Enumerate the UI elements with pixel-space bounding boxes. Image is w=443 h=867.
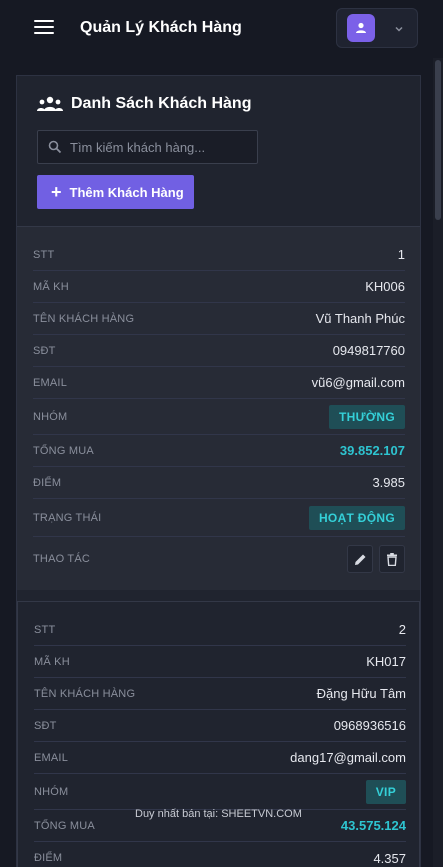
status-badge: HOẠT ĐỘNG: [308, 505, 405, 530]
field-label: SĐT: [33, 344, 56, 357]
table-row: TRẠNG THÁI HOẠT ĐỘNG: [33, 499, 405, 537]
table-row: SĐT 0949817760: [33, 335, 405, 367]
field-label: NHÓM: [34, 785, 69, 798]
group-badge: VIP: [365, 779, 406, 804]
field-label: MÃ KH: [33, 280, 69, 293]
edit-button[interactable]: [347, 545, 373, 573]
field-value: dang17@gmail.com: [290, 750, 406, 765]
field-label: TRẠNG THÁI: [33, 511, 102, 524]
table-row: SĐT 0968936516: [34, 710, 406, 742]
delete-button[interactable]: [379, 545, 405, 573]
app-title: Quản Lý Khách Hàng: [80, 19, 242, 36]
table-row: MÃ KH KH017: [34, 646, 406, 678]
field-value: Đặng Hữu Tâm: [316, 686, 406, 701]
trash-icon: [387, 552, 397, 566]
users-icon: [37, 96, 63, 111]
field-label: SĐT: [34, 719, 57, 732]
customer-card: STT 2 MÃ KH KH017 TÊN KHÁCH HÀNG Đặng Hữ…: [17, 601, 420, 867]
table-row: MÃ KH KH006: [33, 271, 405, 303]
table-row: ĐIỂM 3.985: [33, 467, 405, 499]
field-value: 4.357: [373, 850, 406, 866]
field-label: THAO TÁC: [33, 553, 91, 565]
field-label: TỔNG MUA: [33, 444, 94, 457]
field-label: ĐIỂM: [33, 476, 62, 489]
field-label: EMAIL: [33, 376, 68, 389]
add-customer-label: Thêm Khách Hàng: [69, 184, 184, 200]
user-menu[interactable]: [336, 8, 418, 48]
field-label: TÊN KHÁCH HÀNG: [33, 312, 135, 325]
field-value: 3.985: [372, 475, 405, 490]
top-bar: Quản Lý Khách Hàng: [0, 0, 443, 58]
total-purchase-value: 43.575.124: [340, 818, 406, 833]
hamburger-menu-icon[interactable]: [34, 20, 54, 36]
table-row: NHÓM THƯỜNG: [33, 399, 405, 435]
row-actions: [347, 545, 405, 573]
search-icon: [48, 140, 62, 154]
field-value: 1: [397, 247, 405, 262]
customer-card: STT 1 MÃ KH KH006 TÊN KHÁCH HÀNG Vũ Than…: [17, 226, 420, 590]
table-row: STT 2: [34, 614, 406, 646]
table-row: ĐIỂM 4.357: [34, 842, 406, 867]
table-row: TÊN KHÁCH HÀNG Đặng Hữu Tâm: [34, 678, 406, 710]
table-row: EMAIL dang17@gmail.com: [34, 742, 406, 774]
field-label: EMAIL: [34, 751, 69, 764]
field-label: MÃ KH: [34, 655, 70, 668]
field-value: KH017: [366, 654, 406, 669]
field-value: 0968936516: [333, 718, 406, 733]
field-label: NHÓM: [33, 410, 68, 423]
field-value: Vũ Thanh Phúc: [315, 311, 405, 326]
total-purchase-value: 39.852.107: [339, 443, 405, 458]
table-row: THAO TÁC: [33, 539, 405, 579]
add-customer-button[interactable]: + Thêm Khách Hàng: [37, 175, 194, 209]
field-value: vũ6@gmail.com: [311, 375, 405, 390]
table-row: TÊN KHÁCH HÀNG Vũ Thanh Phúc: [33, 303, 405, 335]
search-box[interactable]: [37, 130, 258, 164]
customer-list-panel: Danh Sách Khách Hàng + Thêm Khách Hàng S…: [16, 75, 421, 867]
scrollbar[interactable]: [433, 58, 443, 867]
field-label: STT: [34, 623, 56, 636]
pencil-icon: [354, 554, 365, 565]
table-row: TỔNG MUA 39.852.107: [33, 435, 405, 467]
plus-icon: +: [51, 182, 62, 202]
field-value: 0949817760: [332, 343, 405, 358]
field-label: STT: [33, 248, 55, 261]
table-row: EMAIL vũ6@gmail.com: [33, 367, 405, 399]
field-label: TỔNG MUA: [34, 819, 95, 832]
chevron-down-icon: [393, 22, 405, 40]
field-value: KH006: [365, 279, 405, 294]
scrollbar-thumb[interactable]: [435, 60, 441, 220]
group-badge: THƯỜNG: [329, 404, 405, 429]
watermark-text: Duy nhất bán tại: SHEETVN.COM: [135, 808, 302, 820]
user-avatar-icon: [347, 14, 375, 42]
table-row: NHÓM VIP: [34, 774, 406, 810]
field-value: 2: [398, 622, 406, 637]
panel-title: Danh Sách Khách Hàng: [37, 95, 251, 113]
search-input[interactable]: [70, 139, 240, 155]
field-label: ĐIỂM: [34, 852, 63, 864]
field-label: TÊN KHÁCH HÀNG: [34, 687, 136, 700]
table-row: STT 1: [33, 239, 405, 271]
panel-title-text: Danh Sách Khách Hàng: [71, 95, 252, 112]
